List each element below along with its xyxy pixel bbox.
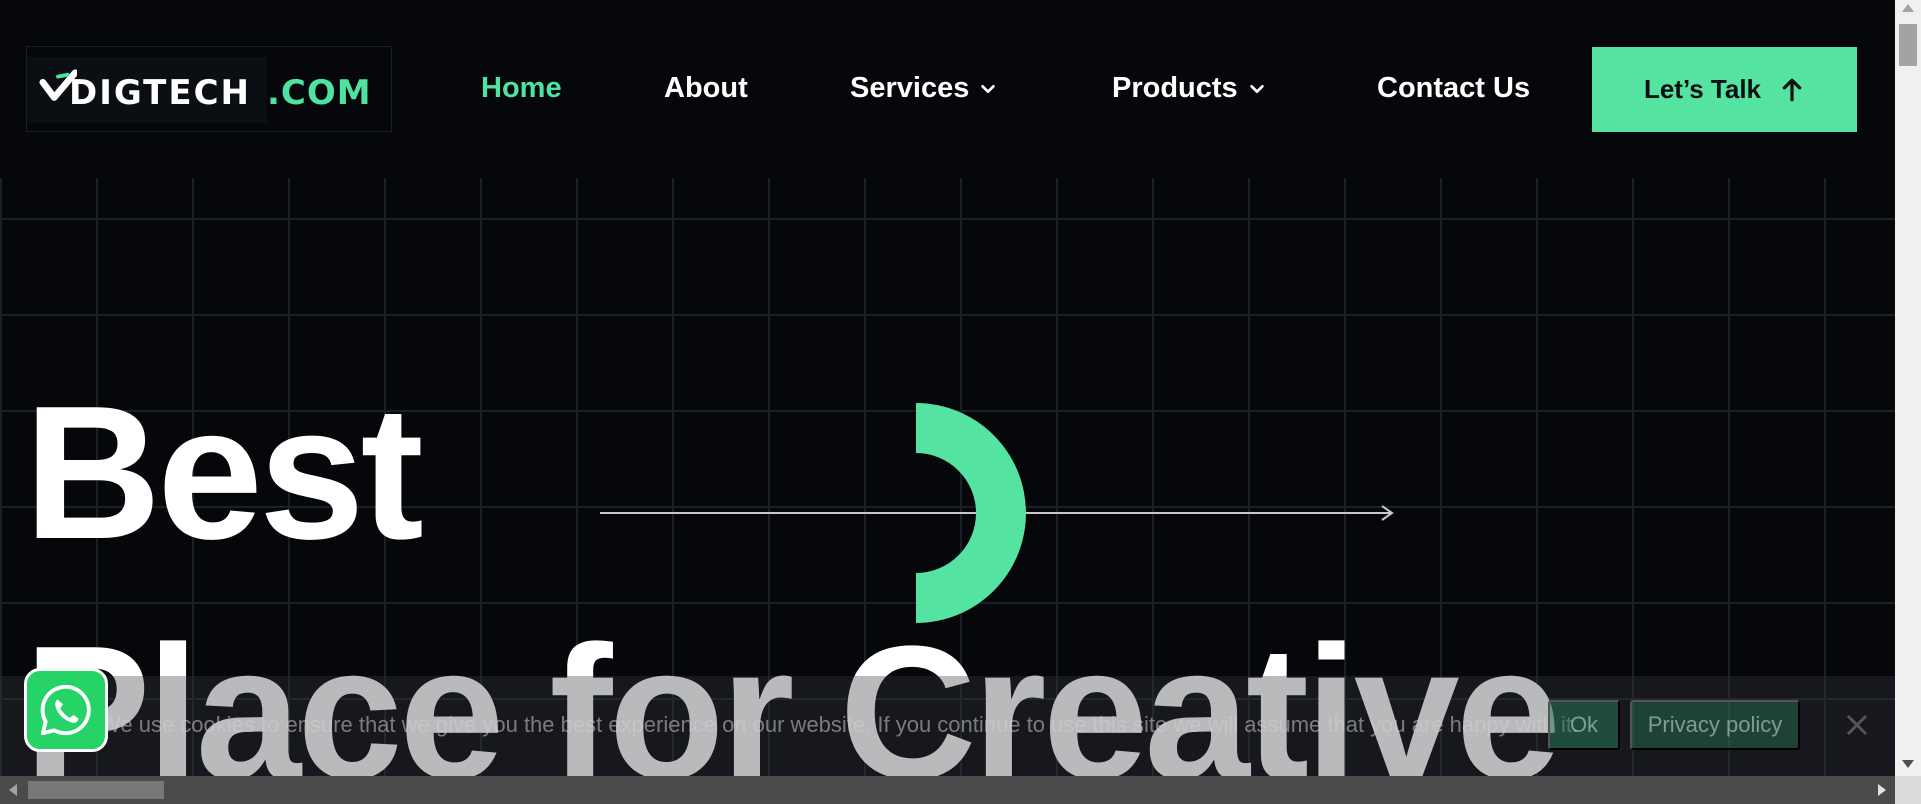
hero-title-line-1: Best xyxy=(24,367,424,579)
scrollbar-corner xyxy=(1895,776,1921,804)
scroll-left-arrow[interactable] xyxy=(9,784,17,796)
hero-decoration xyxy=(600,403,1394,623)
nav-item-label: Home xyxy=(481,72,562,104)
logo-suffix: .COM xyxy=(267,73,372,113)
nav-item-label: Contact Us xyxy=(1377,72,1531,104)
nav-item-products[interactable]: Products xyxy=(1112,72,1266,105)
nav-item-label: About xyxy=(664,72,748,104)
nav-item-home[interactable]: Home xyxy=(481,72,562,105)
cookie-bar: We use cookies to ensure that we give yo… xyxy=(0,676,1895,776)
nav-item-label: Services xyxy=(850,72,970,104)
scroll-down-arrow[interactable] xyxy=(1902,760,1914,768)
vertical-scrollbar[interactable] xyxy=(1895,0,1921,776)
close-icon[interactable] xyxy=(1842,710,1872,740)
whatsapp-button[interactable] xyxy=(24,668,108,752)
cookie-text: We use cookies to ensure that we give yo… xyxy=(100,712,1579,737)
site-header: DIGTECH .COM Home About Services Product… xyxy=(0,0,1895,178)
arrow-up-icon xyxy=(1782,78,1802,101)
lets-talk-button[interactable]: Let’s Talk xyxy=(1592,47,1857,132)
nav-item-services[interactable]: Services xyxy=(850,72,997,105)
site-logo[interactable]: DIGTECH .COM xyxy=(26,46,392,132)
nav-item-label: Products xyxy=(1112,72,1238,104)
whatsapp-icon xyxy=(40,684,91,736)
chevron-down-icon xyxy=(1249,84,1264,93)
cta-label: Let’s Talk xyxy=(1643,74,1762,104)
nav-item-contact[interactable]: Contact Us xyxy=(1377,72,1530,105)
horizontal-scrollbar[interactable] xyxy=(0,776,1895,804)
nav-item-about[interactable]: About xyxy=(664,72,748,105)
scroll-up-arrow[interactable] xyxy=(1902,4,1914,12)
cookie-ok-button[interactable]: Ok xyxy=(1548,700,1620,750)
browser-viewport: DIGTECH .COM Home About Services Product… xyxy=(0,0,1895,776)
scroll-right-arrow[interactable] xyxy=(1878,784,1886,796)
chevron-down-icon xyxy=(981,84,996,93)
privacy-policy-button[interactable]: Privacy policy xyxy=(1630,700,1800,750)
horizontal-scroll-thumb[interactable] xyxy=(28,781,164,799)
logo-wordmark: DIGTECH xyxy=(69,73,252,113)
vertical-scroll-thumb[interactable] xyxy=(1899,24,1917,66)
